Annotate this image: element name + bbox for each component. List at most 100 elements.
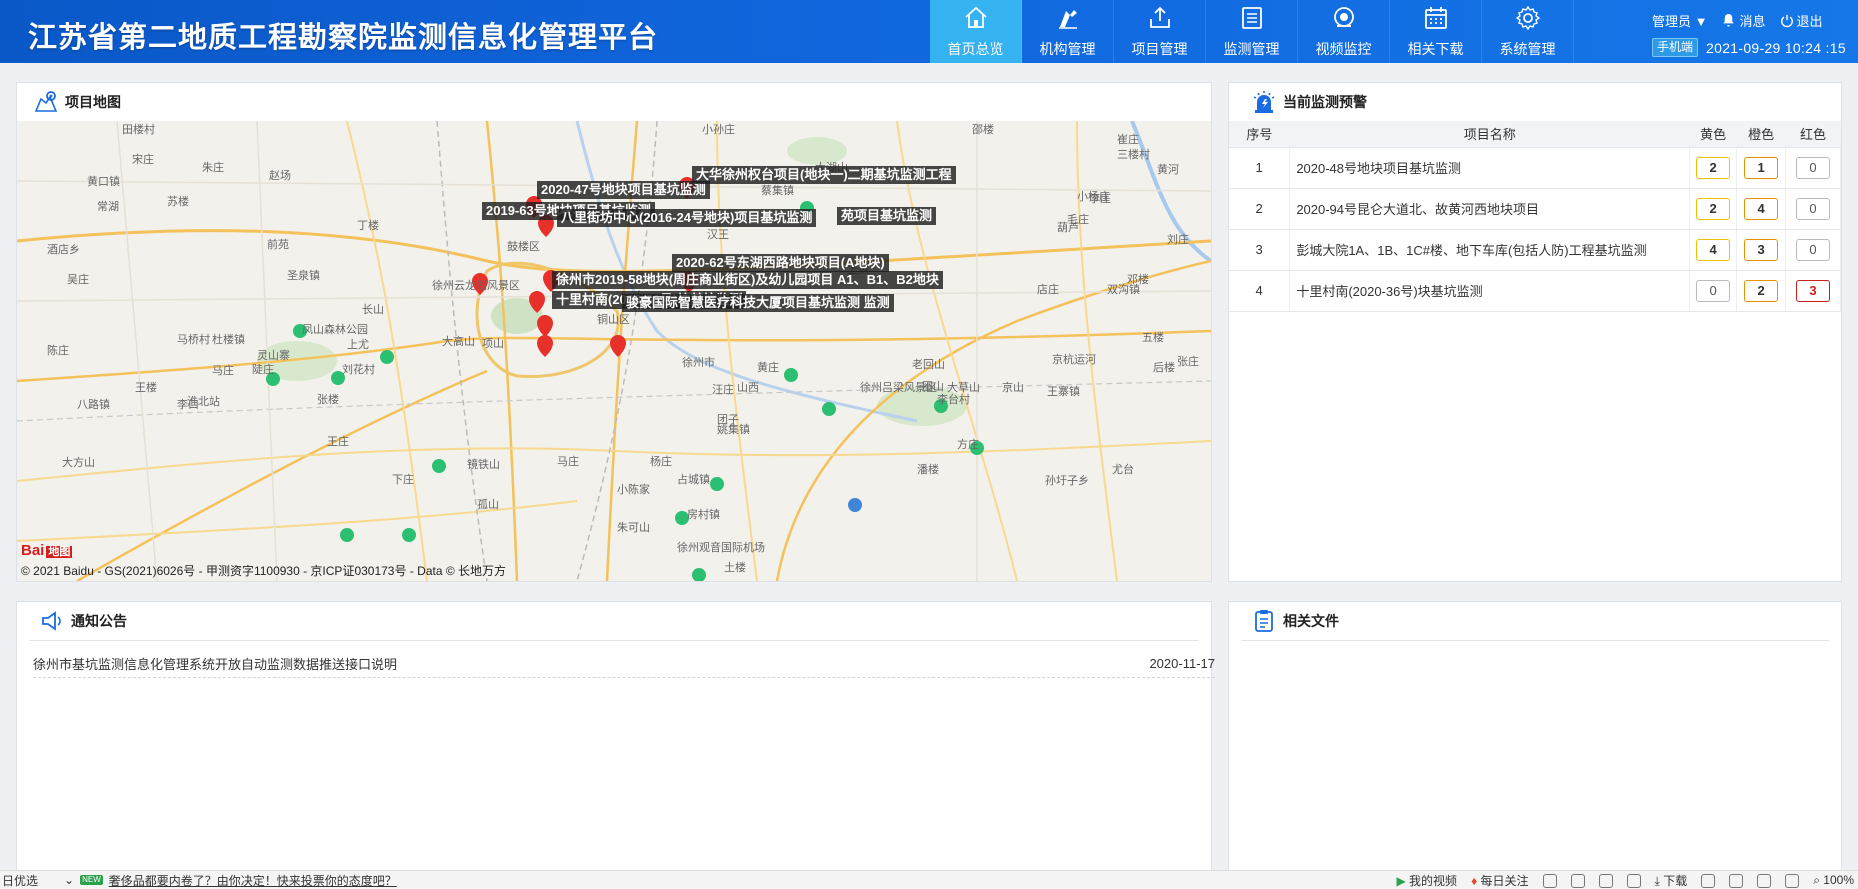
nav-item-label: 项目管理 <box>1131 40 1188 57</box>
chevron-down-icon[interactable]: ⌄ <box>64 873 74 887</box>
map-pin-label[interactable]: 2020-47号地块项目基坑监测 <box>537 181 710 199</box>
home-icon <box>963 5 989 39</box>
nav-item-0[interactable]: 首页总览 <box>930 0 1022 63</box>
warn-red-count[interactable]: 0 <box>1796 156 1831 179</box>
map-place-name: 淮北站 <box>187 396 220 408</box>
warn-panel: 当前监测预警 序号 项目名称 黄色 橙色 红色 1 2020-48号地块项目基坑监… <box>1228 82 1842 582</box>
map-place-name: 张楼 <box>317 394 339 406</box>
project-map[interactable]: 田楼村小孙庄邵楼崔庄大湖山黄河宋庄朱庄赵场黄口镇苏楼常湖汉王小杨庄丁楼李庄酒店乡… <box>17 121 1211 581</box>
map-place-name: 酒店乡 <box>47 244 80 256</box>
shield-icon[interactable] <box>1542 873 1557 888</box>
daily-link[interactable]: ♦ 每日关注 <box>1471 872 1528 889</box>
warn-orange-cell: 2 <box>1736 270 1787 312</box>
nav-item-6[interactable]: 系统管理 <box>1482 0 1574 63</box>
window-icon[interactable] <box>1757 873 1772 888</box>
map-pin-label[interactable]: 徐州市2019-58地块(周庄商业街区)及幼儿园项目 A1、B1、B2地块 <box>552 271 943 289</box>
user-name[interactable]: 管理员 ▼ <box>1652 11 1707 30</box>
map-place-name: 崔庄 <box>1117 134 1139 146</box>
logout-link[interactable]: 退出 <box>1780 11 1823 30</box>
warn-row[interactable]: 4 十里村南(2020-36号)块基坑监测 0 2 3 <box>1229 270 1841 312</box>
notice-title[interactable]: 徐州市基坑监测信息化管理系统开放自动监测数据推送接口说明 <box>33 654 397 673</box>
warn-orange-count[interactable]: 4 <box>1744 197 1779 220</box>
map-pin-label[interactable]: 苑项目基坑监测 <box>837 207 937 225</box>
map-place-name: 杨庄 <box>650 456 672 468</box>
warn-orange-count[interactable]: 1 <box>1744 156 1779 179</box>
map-marker-icon <box>34 91 58 112</box>
map-pin-label[interactable]: 2020-62号东湖西路地块项目(A地块) <box>672 254 889 272</box>
notice-divider <box>29 640 1199 641</box>
nav-item-1[interactable]: 机构管理 <box>1022 0 1114 63</box>
warn-project-name[interactable]: 2020-94号昆仑大道北、故黄河西地块项目 <box>1289 188 1691 230</box>
map-place-name: 徐州市 <box>682 357 715 369</box>
warn-yellow-count[interactable]: 2 <box>1696 197 1731 220</box>
docs-divider <box>1241 640 1829 641</box>
map-place-name: 刘花村 <box>342 364 375 376</box>
warn-row[interactable]: 3 彭城大院1A、1B、1C#楼、地下车库(包括人防)工程基坑监测 4 3 0 <box>1229 229 1841 271</box>
warn-yellow-count[interactable]: 4 <box>1696 238 1731 261</box>
warn-red-cell: 0 <box>1785 147 1841 189</box>
notice-list: 徐州市基坑监测信息化管理系统开放自动监测数据推送接口说明 2020-11-17 <box>33 650 1215 678</box>
warn-yellow-cell: 2 <box>1689 188 1738 230</box>
map-place-name: 王寨镇 <box>1047 386 1080 398</box>
map-pin-label[interactable]: 大华徐州权台项目(地块一)二期基坑监测工程 <box>692 166 956 184</box>
new-badge: NEW <box>80 875 103 885</box>
map-place-name: 山西 <box>737 382 759 394</box>
warn-red-cell: 3 <box>1785 270 1841 312</box>
docs-panel-header: 相关文件 <box>1229 602 1841 640</box>
map-place-name: 黄口镇 <box>87 176 120 188</box>
volume-icon[interactable] <box>1785 873 1800 888</box>
glasses-icon[interactable] <box>1701 873 1716 888</box>
rocket-icon[interactable] <box>1626 873 1641 888</box>
warn-project-name[interactable]: 2020-48号地块项目基坑监测 <box>1289 147 1691 189</box>
message-label[interactable]: 消息 <box>1739 11 1765 30</box>
map-place-name: 潘楼 <box>917 464 939 476</box>
zoom-control[interactable]: ⌕ 100% <box>1813 873 1854 888</box>
image-icon[interactable] <box>1570 873 1585 888</box>
warn-red-count[interactable]: 0 <box>1796 197 1831 220</box>
notice-item[interactable]: 徐州市基坑监测信息化管理系统开放自动监测数据推送接口说明 2020-11-17 <box>33 650 1215 678</box>
my-video-link[interactable]: ▶ 我的视频 <box>1396 872 1457 889</box>
nav-item-3[interactable]: 监测管理 <box>1206 0 1298 63</box>
baidu-logo: Bai 地图 <box>21 542 73 559</box>
nav-item-label: 机构管理 <box>1039 40 1096 57</box>
heart-icon[interactable] <box>1598 873 1613 888</box>
warn-row[interactable]: 2 2020-94号昆仑大道北、故黄河西地块项目 2 4 0 <box>1229 188 1841 230</box>
refresh-icon[interactable] <box>1729 873 1744 888</box>
status-left-text[interactable]: 日优选 <box>2 872 38 889</box>
warn-yellow-count[interactable]: 2 <box>1696 156 1731 179</box>
header-right: 管理员 ▼ 消息 退出 手机端 2021-09-29 10:24 :15 <box>1650 0 1858 63</box>
warn-row[interactable]: 1 2020-48号地块项目基坑监测 2 1 0 <box>1229 147 1841 189</box>
message-link[interactable]: 消息 <box>1721 11 1766 30</box>
alarm-icon <box>1253 91 1275 113</box>
warn-project-name[interactable]: 彭城大院1A、1B、1C#楼、地下车库(包括人防)工程基坑监测 <box>1289 229 1691 271</box>
warn-red-count[interactable]: 0 <box>1796 238 1831 261</box>
map-place-name: 后楼 <box>1153 362 1175 374</box>
map-place-name: 镜铁山 <box>467 459 500 471</box>
top-header: 江苏省第二地质工程勘察院监测信息化管理平台 首页总览 机构管理 项目管理 监测管理 视频… <box>0 0 1858 63</box>
download-link[interactable]: ⤓ 下载 <box>1655 872 1688 889</box>
warn-orange-cell: 3 <box>1736 229 1787 271</box>
warn-orange-count[interactable]: 2 <box>1744 279 1779 302</box>
nav-item-5[interactable]: 相关下载 <box>1390 0 1482 63</box>
map-place-name: 毛庄 <box>1067 214 1089 226</box>
user-menu[interactable]: 管理员 ▼ <box>1652 11 1707 30</box>
warn-red-cell: 0 <box>1785 188 1841 230</box>
news-link[interactable]: 奢侈品都要内卷了？由你决定！快来投票你的态度吧？ <box>109 872 397 889</box>
map-place-name: 黄庄 <box>757 362 779 374</box>
map-pin-label[interactable]: 骏豪国际智慧医疗科技大厦项目基坑监测 监测 <box>622 294 894 312</box>
logout-label[interactable]: 退出 <box>1797 11 1823 30</box>
warn-orange-count[interactable]: 3 <box>1744 238 1779 261</box>
warn-project-name[interactable]: 十里村南(2020-36号)块基坑监测 <box>1289 270 1691 312</box>
col-yellow: 黄色 <box>1689 121 1737 148</box>
mobile-badge[interactable]: 手机端 <box>1652 38 1699 57</box>
map-place-name: 张庄 <box>1177 356 1199 368</box>
map-place-name: 蔡集镇 <box>761 185 794 197</box>
warn-red-count[interactable]: 3 <box>1796 279 1831 302</box>
warn-yellow-count[interactable]: 0 <box>1696 279 1731 302</box>
map-place-name: 赵场 <box>269 170 291 182</box>
map-pin-label[interactable]: 八里街坊中心(2016-24号地块)项目基坑监测 <box>557 209 817 227</box>
map-place-name: 吴庄 <box>67 274 89 286</box>
nav-item-4[interactable]: 视频监控 <box>1298 0 1390 63</box>
power-icon <box>1780 14 1793 27</box>
nav-item-2[interactable]: 项目管理 <box>1114 0 1206 63</box>
